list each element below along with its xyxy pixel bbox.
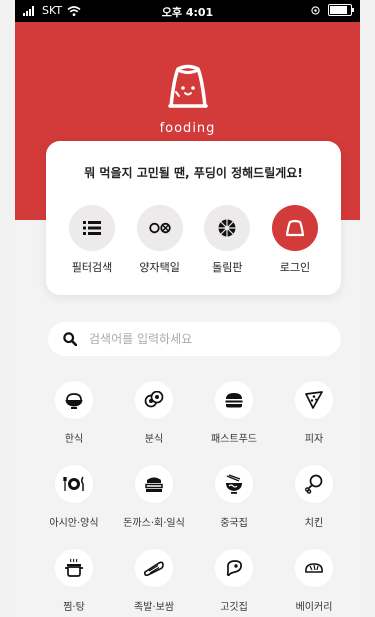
category-label: 고깃집 bbox=[220, 602, 248, 613]
category-circle bbox=[295, 381, 333, 419]
category-circle bbox=[135, 381, 173, 419]
category-label: 돈까스·회·일식 bbox=[123, 518, 185, 529]
roulette-icon bbox=[218, 219, 236, 237]
status-right bbox=[311, 4, 354, 16]
menu-label: 필터검색 bbox=[71, 261, 113, 274]
category-row: 찜·탕 족발·보쌈 고깃집 베이커리 bbox=[34, 549, 354, 617]
category-label: 족발·보쌈 bbox=[134, 602, 174, 613]
category-label: 중국집 bbox=[220, 518, 248, 529]
brand-name: fooding bbox=[159, 121, 216, 136]
bread-icon bbox=[305, 563, 323, 573]
category-label: 아시안·양식 bbox=[49, 518, 99, 529]
recommend-card: 뭐 먹을지 고민될 땐, 푸딩이 정해드릴게요! 필터검색 양자택일 돌림판 로… bbox=[46, 141, 341, 295]
location-icon bbox=[311, 5, 320, 15]
category-label: 한식 bbox=[64, 434, 84, 445]
burger-icon bbox=[225, 393, 243, 408]
filter-search-button[interactable]: 필터검색 bbox=[64, 205, 120, 275]
steak-icon bbox=[226, 560, 242, 577]
noodle-bowl-icon bbox=[226, 474, 242, 494]
category-korean[interactable]: 한식 bbox=[34, 381, 114, 465]
menu-circle bbox=[271, 205, 318, 251]
battery-icon bbox=[328, 4, 354, 16]
category-label: 분식 bbox=[144, 434, 164, 445]
category-stew[interactable]: 찜·탕 bbox=[34, 549, 114, 617]
sushi-icon bbox=[145, 477, 163, 492]
category-bakery[interactable]: 베이커리 bbox=[274, 549, 354, 617]
pudding-icon bbox=[285, 219, 305, 237]
category-pizza[interactable]: 피자 bbox=[274, 381, 354, 465]
category-circle bbox=[215, 381, 253, 419]
drumstick-icon bbox=[304, 474, 323, 494]
roulette-button[interactable]: 돌림판 bbox=[199, 205, 255, 275]
menu-label: 로그인 bbox=[279, 261, 311, 274]
either-or-button[interactable]: 양자택일 bbox=[132, 205, 188, 275]
category-chinese[interactable]: 중국집 bbox=[194, 465, 274, 549]
category-circle bbox=[295, 465, 333, 503]
category-asian-western[interactable]: 아시안·양식 bbox=[34, 465, 114, 549]
app-screen: SKT 오후 4:01 fooding 뭐 먹을지 고민될 땐, 푸딩이 정해드… bbox=[15, 0, 360, 617]
search-bar[interactable] bbox=[48, 322, 341, 356]
category-circle bbox=[135, 549, 173, 587]
search-input[interactable] bbox=[87, 331, 311, 347]
category-circle bbox=[295, 549, 333, 587]
versus-icon bbox=[148, 222, 171, 234]
pizza-icon bbox=[305, 391, 323, 409]
category-circle bbox=[55, 549, 93, 587]
plate-fork-knife-icon bbox=[63, 476, 84, 491]
status-time: 오후 4:01 bbox=[161, 6, 214, 19]
list-icon bbox=[83, 221, 101, 235]
category-label: 베이커리 bbox=[295, 602, 333, 613]
category-label: 치킨 bbox=[304, 518, 324, 529]
card-title: 뭐 먹을지 고민될 땐, 푸딩이 정해드릴게요! bbox=[84, 166, 303, 180]
rice-bowl-icon bbox=[65, 393, 83, 409]
category-japanese[interactable]: 돈까스·회·일식 bbox=[114, 465, 194, 549]
pot-icon bbox=[65, 558, 83, 577]
category-row: 한식 분식 패스트푸드 피자 bbox=[34, 381, 354, 465]
category-snack[interactable]: 분식 bbox=[114, 381, 194, 465]
gimbap-icon bbox=[144, 391, 164, 408]
category-label: 찜·탕 bbox=[63, 602, 85, 613]
menu-label: 돌림판 bbox=[212, 261, 243, 274]
category-circle bbox=[55, 465, 93, 503]
category-circle bbox=[215, 549, 253, 587]
category-circle bbox=[55, 381, 93, 419]
category-pork[interactable]: 족발·보쌈 bbox=[114, 549, 194, 617]
category-meat[interactable]: 고깃집 bbox=[194, 549, 274, 617]
menu-circle bbox=[136, 205, 183, 251]
category-row: 아시안·양식 돈까스·회·일식 중국집 치킨 bbox=[34, 465, 354, 549]
battery-level bbox=[330, 6, 347, 14]
status-bar: SKT 오후 4:01 bbox=[15, 0, 360, 22]
category-chicken[interactable]: 치킨 bbox=[274, 465, 354, 549]
category-grid: 한식 분식 패스트푸드 피자 아시안·양식 돈까스·회·일식 중국집 치킨 찜·… bbox=[34, 381, 354, 617]
category-label: 피자 bbox=[304, 434, 324, 445]
category-label: 패스트푸드 bbox=[211, 434, 257, 445]
category-fastfood[interactable]: 패스트푸드 bbox=[194, 381, 274, 465]
pork-feet-icon bbox=[144, 561, 164, 576]
search-icon bbox=[63, 332, 77, 346]
fooding-logo-icon bbox=[168, 64, 208, 108]
menu-circle bbox=[204, 205, 251, 251]
menu-circle bbox=[69, 205, 115, 251]
category-circle bbox=[215, 465, 253, 503]
recommend-menu: 필터검색 양자택일 돌림판 로그인 bbox=[46, 205, 341, 275]
menu-label: 양자택일 bbox=[139, 261, 180, 274]
login-button[interactable]: 로그인 bbox=[267, 205, 323, 275]
category-circle bbox=[135, 465, 173, 503]
